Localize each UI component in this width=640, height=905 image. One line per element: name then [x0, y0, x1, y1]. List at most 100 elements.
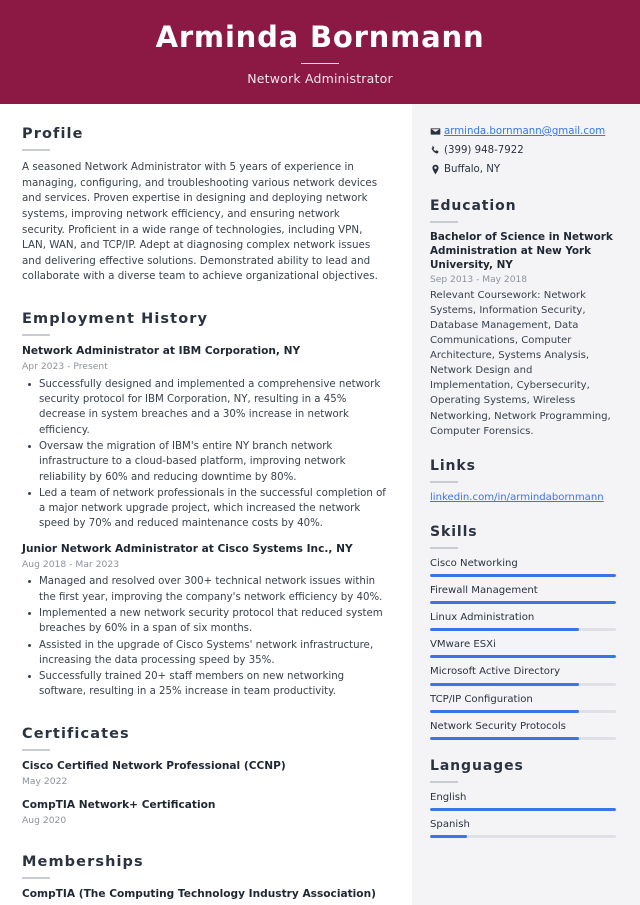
- section-heading-employment: Employment History: [22, 311, 209, 328]
- membership-entry: CompTIA (The Computing Technology Indust…: [22, 888, 386, 902]
- employment-bullet-list: Managed and resolved over 300+ technical…: [22, 574, 386, 699]
- bar-track: [430, 628, 616, 632]
- contact-row: Buffalo, NY: [430, 163, 616, 177]
- language-item: English: [430, 791, 616, 811]
- profile-text: A seasoned Network Administrator with 5 …: [22, 161, 378, 283]
- section-heading-links: Links: [430, 457, 476, 474]
- employment-bullet: Managed and resolved over 300+ technical…: [22, 574, 386, 605]
- section-heading-profile: Profile: [22, 126, 84, 142]
- employment-entry-title: Network Administrator at IBM Corporation…: [22, 345, 301, 358]
- language-label: Spanish: [430, 818, 470, 830]
- certificate-entry: Cisco Certified Network Professional (CC…: [22, 760, 386, 789]
- bar-track: [430, 682, 616, 686]
- contact-value: Buffalo, NY: [444, 163, 501, 175]
- employment-entry-title: Junior Network Administrator at Cisco Sy…: [22, 542, 353, 555]
- bar-fill: [430, 628, 579, 632]
- employment-entry: Junior Network Administrator at Cisco Sy…: [22, 543, 386, 700]
- skill-label: Network Security Protocols: [430, 720, 566, 732]
- skill-label: Linux Administration: [430, 612, 535, 624]
- profile-link[interactable]: linkedin.com/in/armindabornmann: [430, 491, 616, 505]
- education-entry-title: Bachelor of Science in Network Administr…: [430, 231, 613, 271]
- certificate-entry: CompTIA Network+ Certification Aug 2020: [22, 799, 386, 828]
- resume-page: Arminda Bornmann Network Administrator P…: [0, 0, 640, 905]
- education-entry: Bachelor of Science in Network Administr…: [430, 231, 616, 439]
- phone-icon: [430, 144, 444, 156]
- section-heading-memberships: Memberships: [22, 854, 144, 871]
- contact-row: (399) 948-7922: [430, 144, 616, 158]
- bar-fill: [430, 709, 579, 713]
- candidate-name: Arminda Bornmann: [155, 20, 485, 55]
- skill-label: Firewall Management: [430, 585, 538, 597]
- bar-track: [430, 736, 616, 740]
- section-rule: [430, 480, 458, 483]
- section-rule: [22, 748, 50, 751]
- employment-bullet: Led a team of network professionals in t…: [22, 486, 386, 532]
- contact-list: arminda.bornmann@gmail.com (399) 948-7922…: [430, 125, 616, 176]
- employment-entry-date: Apr 2023 - Present: [22, 360, 108, 372]
- section-skills: Skills Cisco Networking Firewall Manageme…: [430, 524, 616, 740]
- membership-entry-title: CompTIA (The Computing Technology Indust…: [22, 888, 376, 901]
- location-pin-icon: [430, 163, 444, 175]
- section-heading-certificates: Certificates: [22, 725, 130, 742]
- language-label: English: [430, 791, 467, 803]
- section-rule: [22, 149, 50, 151]
- bar-fill: [430, 601, 616, 605]
- section-education: Education Bachelor of Science in Network…: [430, 198, 616, 439]
- header-divider: [301, 62, 339, 64]
- resume-header: Arminda Bornmann Network Administrator: [0, 0, 640, 104]
- skill-item: TCP/IP Configuration: [430, 693, 616, 713]
- language-item: Spanish: [430, 818, 616, 839]
- resume-body: Profile A seasoned Network Administrator…: [0, 104, 640, 905]
- employment-entry: Network Administrator at IBM Corporation…: [22, 345, 386, 532]
- bar-track: [430, 601, 616, 605]
- skill-item: VMware ESXi: [430, 638, 616, 659]
- section-rule: [430, 547, 458, 550]
- contact-value: (399) 948-7922: [444, 144, 524, 156]
- section-links: Links linkedin.com/in/armindabornmann: [430, 458, 616, 505]
- employment-bullet: Assisted in the upgrade of Cisco Systems…: [22, 638, 386, 669]
- bar-fill: [430, 574, 616, 578]
- skill-item: Cisco Networking: [430, 557, 616, 578]
- bar-track: [430, 835, 616, 839]
- employment-bullet: Successfully trained 20+ staff members o…: [22, 669, 386, 700]
- employment-bullet: Oversaw the migration of IBM's entire NY…: [22, 439, 386, 485]
- section-certificates: Certificates Cisco Certified Network Pro…: [22, 726, 386, 828]
- employment-bullet: Implemented a new network security proto…: [22, 606, 386, 637]
- bar-fill: [430, 807, 616, 811]
- education-entry-list: Bachelor of Science in Network Administr…: [430, 231, 616, 439]
- skill-label: Microsoft Active Directory: [430, 666, 561, 678]
- bar-fill: [430, 682, 579, 686]
- link-entry-list: linkedin.com/in/armindabornmann: [430, 491, 616, 505]
- contact-row: arminda.bornmann@gmail.com: [430, 125, 616, 139]
- skill-item: Microsoft Active Directory: [430, 665, 616, 686]
- bar-track: [430, 807, 616, 811]
- membership-entry-list: CompTIA (The Computing Technology Indust…: [22, 888, 386, 902]
- bar-track: [430, 655, 616, 659]
- section-heading-education: Education: [430, 198, 517, 215]
- employment-bullet: Successfully designed and implemented a …: [22, 377, 386, 438]
- contact-link[interactable]: arminda.bornmann@gmail.com: [444, 125, 605, 139]
- section-rule: [430, 780, 458, 783]
- section-languages: Languages English Spanish: [430, 758, 616, 839]
- language-list: English Spanish: [430, 791, 616, 839]
- section-rule: [22, 877, 50, 880]
- section-employment-history: Employment History Network Administrator…: [22, 311, 386, 700]
- skill-label: Cisco Networking: [430, 558, 518, 570]
- bar-track: [430, 574, 616, 578]
- sidebar-column: arminda.bornmann@gmail.com (399) 948-7922…: [412, 104, 640, 905]
- education-entry-description: Relevant Coursework: Network Systems, In…: [430, 289, 611, 437]
- bar-fill: [430, 655, 616, 659]
- section-memberships: Memberships CompTIA (The Computing Techn…: [22, 854, 386, 902]
- certificate-entry-title: Cisco Certified Network Professional (CC…: [22, 759, 286, 772]
- email-icon: [430, 125, 444, 137]
- certificate-entry-list: Cisco Certified Network Professional (CC…: [22, 760, 386, 828]
- employment-entry-date: Aug 2018 - Mar 2023: [22, 558, 120, 570]
- candidate-job-title: Network Administrator: [247, 70, 393, 86]
